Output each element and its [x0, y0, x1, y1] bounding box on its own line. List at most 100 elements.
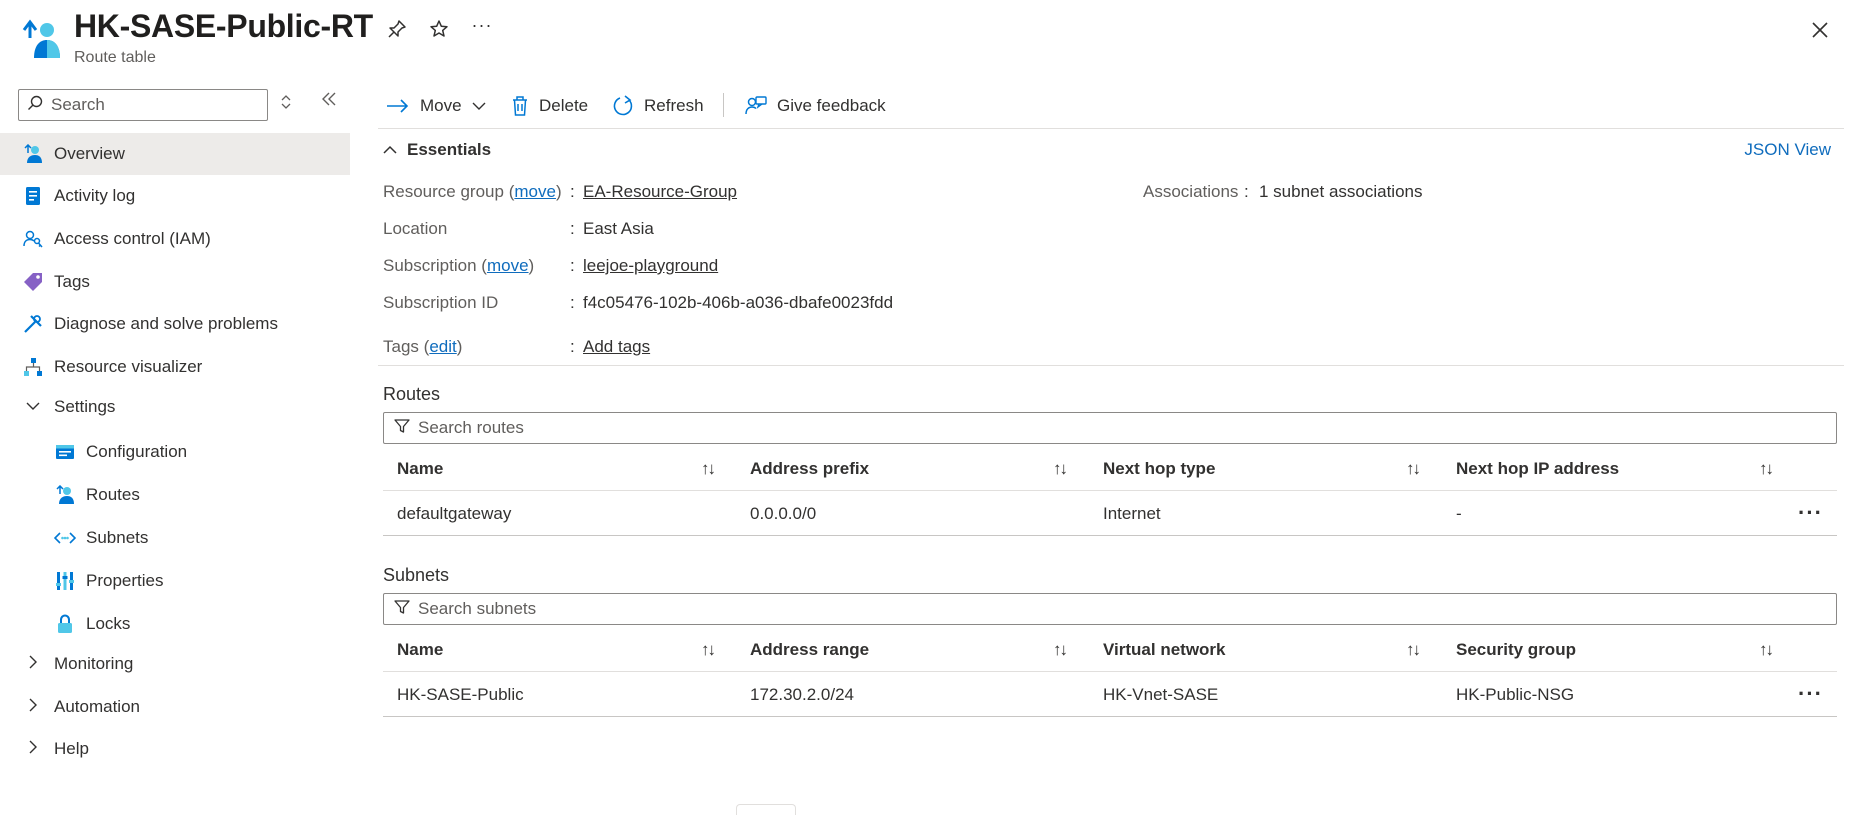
move-button[interactable]: Move	[386, 92, 486, 120]
move-label: Move	[420, 96, 462, 115]
sidebar-item-activity-log[interactable]: Activity log	[0, 175, 350, 217]
tags-label-row: Tags (edit)	[383, 337, 462, 357]
column-header-name[interactable]: Name	[397, 447, 443, 491]
subnet-address-range: 172.30.2.0/24	[750, 685, 854, 704]
sidebar-group-help[interactable]: Help	[0, 728, 350, 770]
column-header-next-hop-ip[interactable]: Next hop IP address	[1456, 447, 1619, 491]
chevron-up-icon	[383, 145, 397, 155]
sidebar-item-label: Help	[54, 739, 89, 758]
subscription-value[interactable]: leejoe-playground	[583, 256, 718, 276]
json-view-link[interactable]: JSON View	[1744, 140, 1831, 160]
row-more-icon[interactable]: ···	[1798, 500, 1823, 526]
sidebar-item-subnets[interactable]: Subnets	[0, 517, 350, 559]
iam-icon	[22, 228, 44, 250]
bottom-panel-handle[interactable]	[736, 804, 796, 815]
delete-button[interactable]: Delete	[511, 92, 588, 120]
column-header-virtual-network[interactable]: Virtual network	[1103, 628, 1226, 672]
lock-icon	[54, 613, 76, 635]
activity-log-icon	[22, 185, 44, 207]
more-icon[interactable]: ···	[467, 10, 497, 40]
sort-icon[interactable]: ↑↓	[1759, 640, 1774, 660]
search-icon	[27, 95, 43, 116]
chevron-right-icon	[22, 655, 44, 674]
close-icon[interactable]	[1802, 12, 1838, 48]
sidebar-item-label: Access control (IAM)	[54, 229, 211, 248]
sort-icon[interactable]: ↑↓	[1406, 459, 1421, 479]
sidebar-search[interactable]	[18, 89, 268, 121]
location-value: East Asia	[583, 219, 654, 238]
sidebar-search-input[interactable]	[51, 95, 251, 115]
subnets-filter[interactable]	[383, 593, 1837, 625]
sidebar-item-routes[interactable]: Routes	[0, 474, 350, 516]
routes-table-header: Name ↑↓ Address prefix ↑↓ Next hop type …	[383, 447, 1837, 491]
sidebar-item-label: Properties	[86, 571, 164, 590]
trash-icon	[511, 95, 529, 117]
sidebar-group-settings[interactable]: Settings	[0, 386, 350, 428]
filter-icon	[394, 599, 410, 620]
essentials-toggle[interactable]: Essentials	[383, 140, 491, 160]
sidebar-item-diagnose[interactable]: Diagnose and solve problems	[0, 303, 350, 345]
subscription-move-link[interactable]: move	[487, 256, 529, 275]
sidebar-item-tags[interactable]: Tags	[0, 261, 350, 303]
sort-icon[interactable]: ↑↓	[1053, 459, 1068, 479]
toolbar-divider	[723, 93, 724, 117]
routes-filter[interactable]	[383, 412, 1837, 444]
sidebar-item-label: Configuration	[86, 442, 188, 461]
colon: :	[570, 337, 575, 356]
star-icon[interactable]	[424, 14, 454, 44]
expand-collapse-icon[interactable]	[280, 94, 292, 113]
add-tags-link[interactable]: Add tags	[583, 337, 650, 357]
column-header-security-group[interactable]: Security group	[1456, 628, 1576, 672]
colon: :	[570, 182, 575, 201]
sidebar-item-overview[interactable]: Overview	[0, 133, 350, 175]
subnet-name: HK-SASE-Public	[397, 685, 524, 704]
sort-icon[interactable]: ↑↓	[1759, 459, 1774, 479]
refresh-icon	[612, 95, 634, 117]
table-row[interactable]: HK-SASE-Public 172.30.2.0/24 HK-Vnet-SAS…	[383, 673, 1837, 717]
pin-icon[interactable]	[382, 14, 412, 44]
filter-icon	[394, 418, 410, 439]
sort-icon[interactable]: ↑↓	[701, 640, 716, 660]
give-feedback-button[interactable]: Give feedback	[745, 92, 886, 120]
sidebar-item-label: Monitoring	[54, 654, 134, 673]
sidebar-item-properties[interactable]: Properties	[0, 560, 350, 602]
sort-icon[interactable]: ↑↓	[1406, 640, 1421, 660]
wrench-icon	[22, 313, 44, 335]
sidebar-item-label: Settings	[54, 397, 116, 416]
resource-group-move-link[interactable]: move	[514, 182, 556, 201]
sidebar-item-resource-visualizer[interactable]: Resource visualizer	[0, 346, 350, 388]
subnets-table-header: Name ↑↓ Address range ↑↓ Virtual network…	[383, 628, 1837, 672]
sidebar-group-monitoring[interactable]: Monitoring	[0, 643, 350, 685]
column-header-name[interactable]: Name	[397, 628, 443, 672]
row-more-icon[interactable]: ···	[1798, 681, 1823, 707]
properties-icon	[54, 570, 76, 592]
column-header-address-prefix[interactable]: Address prefix	[750, 447, 869, 491]
sidebar-item-iam[interactable]: Access control (IAM)	[0, 218, 350, 260]
sidebar-item-locks[interactable]: Locks	[0, 603, 350, 645]
chevron-right-icon	[22, 740, 44, 759]
route-table-icon	[20, 18, 62, 60]
column-header-address-range[interactable]: Address range	[750, 628, 869, 672]
sort-icon[interactable]: ↑↓	[1053, 640, 1068, 660]
collapse-sidebar-icon[interactable]	[320, 90, 338, 114]
paren: )	[528, 256, 535, 275]
routes-search-input[interactable]	[418, 418, 1018, 438]
sidebar-item-label: Overview	[54, 144, 125, 163]
column-header-next-hop-type[interactable]: Next hop type	[1103, 447, 1215, 491]
resource-group-value[interactable]: EA-Resource-Group	[583, 182, 737, 202]
subscription-label: Subscription	[383, 256, 477, 275]
feedback-icon	[745, 95, 767, 117]
sort-icon[interactable]: ↑↓	[701, 459, 716, 479]
colon: :	[570, 219, 575, 238]
subnets-search-input[interactable]	[418, 599, 1018, 619]
toolbar-divider-line	[378, 128, 1844, 129]
refresh-button[interactable]: Refresh	[612, 92, 704, 120]
table-row[interactable]: defaultgateway 0.0.0.0/0 Internet - ···	[383, 492, 1837, 536]
sidebar-item-label: Resource visualizer	[54, 357, 203, 376]
sidebar-item-configuration[interactable]: Configuration	[0, 431, 350, 473]
tags-edit-link[interactable]: edit	[429, 337, 456, 356]
sidebar-group-automation[interactable]: Automation	[0, 686, 350, 728]
route-next-hop-ip: -	[1456, 504, 1462, 523]
subscription-label-row: Subscription (move)	[383, 256, 534, 276]
sidebar-item-label: Activity log	[54, 186, 136, 205]
